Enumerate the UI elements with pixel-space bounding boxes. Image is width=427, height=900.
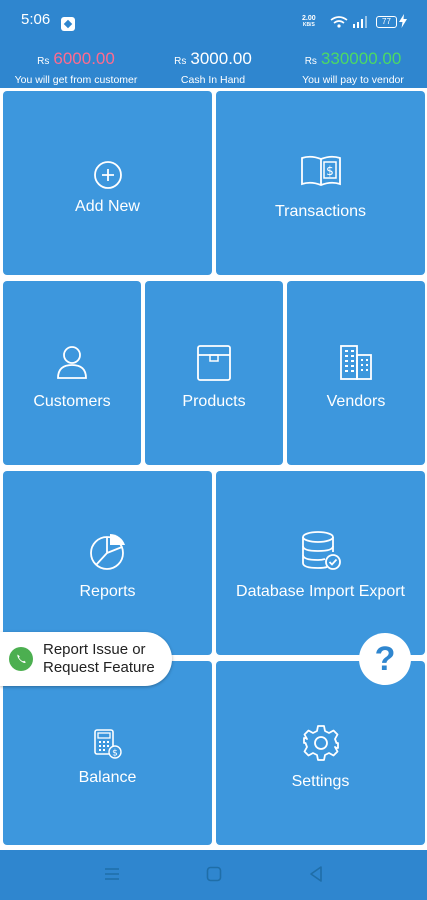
status-bar: 5:06 2.00 KB/S 77 (0, 0, 427, 38)
reports-label: Reports (79, 583, 136, 600)
network-speed-unit: KB/S (302, 22, 315, 28)
currency-label: Rs (37, 56, 50, 67)
products-tile[interactable]: Products (145, 281, 283, 465)
transactions-tile[interactable]: $ Transactions (216, 91, 425, 275)
box-icon (197, 345, 231, 381)
customers-label: Customers (33, 393, 111, 410)
home-icon[interactable] (206, 865, 222, 883)
reports-tile[interactable]: Reports (3, 471, 212, 655)
report-issue-line2: Request Feature (43, 659, 155, 676)
database-check-icon (301, 531, 341, 570)
network-speed: 2.00 KB/S (302, 15, 316, 28)
database-label: Database Import Export (236, 583, 405, 600)
report-issue-button[interactable]: Report Issue or Request Feature (0, 632, 172, 686)
currency-label: Rs (174, 56, 187, 67)
svg-text:$: $ (112, 749, 118, 759)
currency-label: Rs (304, 56, 317, 67)
plus-circle-icon (93, 161, 122, 189)
ledger-book-icon: $ (300, 155, 341, 186)
vendors-tile[interactable]: Vendors (287, 281, 425, 465)
products-label: Products (182, 393, 246, 410)
payable-caption: You will pay to vendor (302, 74, 404, 86)
settings-label: Settings (291, 773, 350, 790)
battery-indicator: 77 (376, 16, 397, 28)
user-icon (57, 346, 87, 379)
balance-summary: Rs 6000.00 You will get from customer Rs 3… (0, 38, 427, 88)
wifi-icon (330, 16, 348, 28)
receivable-caption: You will get from customer (14, 74, 138, 86)
signal-icon (353, 16, 367, 28)
calculator-icon: $ (93, 729, 122, 759)
add-new-tile[interactable]: Add New (3, 91, 212, 275)
vendors-label: Vendors (326, 393, 386, 410)
transactions-label: Transactions (275, 203, 366, 220)
menu-icon[interactable] (104, 865, 120, 883)
report-issue-line1: Report Issue or (43, 641, 146, 658)
add-new-label: Add New (75, 198, 140, 215)
receivable-summary: Rs 6000.00 You will get from customer (2, 49, 150, 86)
cash-caption: Cash In Hand (180, 74, 246, 86)
settings-tile[interactable]: Settings (216, 661, 425, 845)
receivable-amount: 6000.00 (53, 49, 115, 68)
database-tile[interactable]: Database Import Export (216, 471, 425, 655)
payable-amount: 330000.00 (320, 49, 402, 68)
help-button[interactable]: ? (359, 633, 411, 685)
building-icon (340, 345, 372, 380)
balance-tile[interactable]: $ Balance (3, 661, 212, 845)
whatsapp-icon (9, 647, 33, 671)
network-speed-value: 2.00 (302, 15, 316, 22)
gear-icon (302, 725, 339, 761)
balance-label: Balance (78, 769, 137, 786)
system-nav-bar (0, 850, 427, 900)
app-notification-icon (61, 17, 75, 31)
pie-chart-icon (89, 534, 125, 570)
payable-summary: Rs 330000.00 You will pay to vendor (292, 49, 414, 86)
cash-amount: 3000.00 (190, 49, 252, 68)
charging-icon (399, 14, 407, 28)
svg-text:$: $ (326, 164, 334, 178)
cash-summary: Rs 3000.00 Cash In Hand (160, 49, 266, 86)
back-icon[interactable] (308, 865, 324, 883)
customers-tile[interactable]: Customers (3, 281, 141, 465)
status-time: 5:06 (21, 11, 51, 28)
